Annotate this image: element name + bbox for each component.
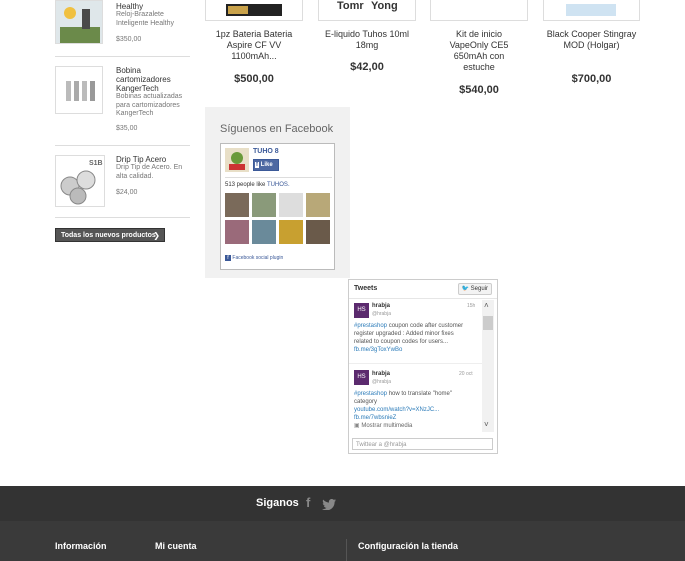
scroll-down-icon[interactable]: ˅: [484, 420, 489, 429]
product-image[interactable]: Tomr Yong: [318, 0, 416, 21]
facebook-like-button[interactable]: f Like: [253, 159, 279, 171]
facebook-like-label: Like: [260, 162, 273, 168]
footer-heading-informacion: Información: [55, 541, 107, 551]
tweet-to-input[interactable]: Twittear a @hrabja: [352, 438, 493, 450]
divider: [349, 363, 483, 364]
product-price: $500,00: [234, 73, 274, 85]
product-price: $540,00: [459, 84, 499, 96]
facebook-plugin-footer[interactable]: f Facebook social plugin: [225, 255, 283, 261]
tweet-link[interactable]: youtube.com/watch?v=XNzJC...: [354, 407, 439, 413]
divider: [225, 177, 332, 178]
product-thumbnail[interactable]: [55, 0, 103, 44]
tweet-time[interactable]: 20 oct: [459, 370, 473, 378]
twitter-follow-label: Seguir: [470, 286, 488, 292]
divider: [55, 145, 190, 146]
tweet-user[interactable]: hrabja: [372, 302, 390, 310]
scroll-up-icon[interactable]: ˄: [484, 301, 489, 310]
facebook-block: Síguenos en Facebook TUHO 8 f Like 513 p…: [205, 107, 350, 278]
twitter-scrollbar[interactable]: ˄ ˅: [482, 300, 494, 432]
twitter-bird-icon: 🐦: [461, 286, 469, 292]
product-image[interactable]: [543, 0, 640, 21]
product-image[interactable]: [205, 0, 303, 21]
fan-avatar[interactable]: [306, 193, 330, 217]
scroll-thumb[interactable]: [483, 316, 493, 330]
new-product-name[interactable]: Drip Tip Acero: [116, 155, 192, 164]
footer-divider: [346, 539, 347, 561]
all-new-products-button[interactable]: Todas los nuevos productos ❯: [55, 228, 165, 242]
new-product-desc: Bobinas actualizadas para cartomizadores…: [116, 93, 183, 117]
new-product-price: $35,00: [116, 125, 138, 132]
media-icon: ▣: [354, 423, 360, 429]
footer-heading-configuracion: Configuración la tienda: [358, 541, 459, 551]
fan-avatar[interactable]: [306, 220, 330, 244]
footer-follow-label: Siganos: [256, 497, 299, 509]
facebook-people-like: 513 people like TUHOS.: [225, 182, 290, 188]
tweet-body: #prestashop coupon code after customer r…: [354, 322, 472, 354]
product-thumbnail[interactable]: S1B: [55, 155, 105, 207]
tweet-media-toggle[interactable]: Mostrar multimedia: [361, 423, 412, 429]
facebook-like-box[interactable]: TUHO 8 f Like 513 people like TUHOS. f F…: [220, 143, 335, 270]
chevron-right-icon: ❯: [153, 231, 160, 240]
twitter-title: Tweets: [354, 285, 378, 292]
tweet-avatar[interactable]: HS: [354, 370, 369, 385]
tweet-link[interactable]: fb.me/7wbsnieZ: [354, 415, 396, 421]
facebook-plugin-label: Facebook social plugin: [232, 255, 284, 261]
product-image-text: Yong: [371, 0, 398, 12]
new-product-name[interactable]: Bobina cartomizadores KangerTech: [116, 66, 192, 93]
facebook-people-like-count: 513 people like: [225, 182, 266, 188]
thumbnail-label: S1B: [89, 160, 103, 167]
tweet-link[interactable]: fb.me/3gToxYwBo: [354, 347, 402, 353]
divider: [55, 56, 190, 57]
facebook-icon: f: [255, 162, 259, 168]
new-product-desc: Drip Tip de Acero. En alta calidad.: [116, 164, 183, 180]
footer-heading-mi-cuenta: Mi cuenta: [155, 541, 197, 551]
facebook-page-avatar[interactable]: [225, 148, 249, 172]
facebook-icon: f: [225, 255, 231, 261]
product-price: $42,00: [350, 61, 384, 73]
product-name[interactable]: 1pz Bateria Bateria Aspire CF VV 1100mAh…: [205, 29, 303, 62]
tweet-hashtag[interactable]: #prestashop: [354, 391, 387, 397]
fan-avatar[interactable]: [252, 220, 276, 244]
all-new-products-label: Todas los nuevos productos: [61, 232, 156, 239]
fan-avatar[interactable]: [225, 193, 249, 217]
footer-main: Información Mi cuenta Configuración la t…: [0, 521, 685, 561]
product-name[interactable]: Kit de inicio VapeOnly CE5 650mAh con es…: [437, 29, 521, 73]
footer-social-bar: Siganos f: [0, 486, 685, 521]
fan-avatar[interactable]: [279, 220, 303, 244]
product-thumbnail[interactable]: [55, 66, 103, 114]
twitter-icon[interactable]: [322, 497, 336, 515]
product-name[interactable]: E-liquido Tuhos 10ml 18mg: [318, 29, 416, 51]
product-name[interactable]: Black Cooper Stingray MOD (Holgar): [543, 29, 640, 51]
new-product-price: $350,00: [116, 36, 142, 43]
facebook-people-like-page[interactable]: TUHOS.: [267, 182, 290, 188]
product-price: $700,00: [571, 73, 612, 85]
twitter-header: Tweets 🐦 Seguir: [349, 280, 497, 299]
fan-avatar[interactable]: [279, 193, 303, 217]
fan-avatar[interactable]: [252, 193, 276, 217]
new-product-name[interactable]: Healthy: [116, 2, 192, 11]
twitter-timeline[interactable]: Tweets 🐦 Seguir HS hrabja @hrabja 15h #p…: [348, 279, 498, 454]
twitter-follow-button[interactable]: 🐦 Seguir: [457, 283, 492, 295]
facebook-icon[interactable]: f: [306, 495, 310, 510]
tweet-user[interactable]: hrabja: [372, 370, 390, 378]
tweet-handle[interactable]: @hrabja: [372, 378, 391, 386]
facebook-page-name[interactable]: TUHO 8: [253, 148, 279, 155]
product-image[interactable]: [430, 0, 528, 21]
facebook-title: Síguenos en Facebook: [220, 123, 334, 135]
tweet-avatar[interactable]: HS: [354, 303, 369, 318]
new-product-price: $24,00: [116, 189, 138, 196]
tweet-handle[interactable]: @hrabja: [372, 310, 391, 318]
new-product-desc: Reloj-Brazalete Inteligente Healthy: [116, 11, 174, 27]
tweet-time[interactable]: 15h: [467, 302, 475, 310]
divider: [55, 217, 190, 218]
tweet-body: #prestashop how to translate "home" cate…: [354, 390, 472, 430]
product-image-text: Tomr: [337, 0, 364, 12]
tweet-hashtag[interactable]: #prestashop: [354, 323, 387, 329]
fan-avatar[interactable]: [225, 220, 249, 244]
